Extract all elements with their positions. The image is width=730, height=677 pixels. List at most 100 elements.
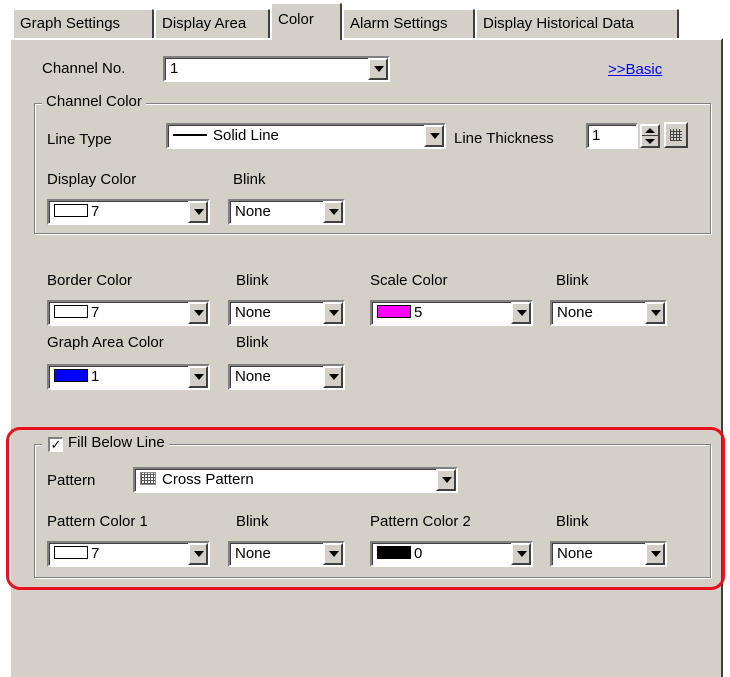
graph-area-color-display: 1: [54, 368, 99, 385]
color-swatch: [54, 305, 88, 318]
pattern-color-2-value: 0: [414, 545, 423, 562]
display-color-display: 7: [54, 203, 99, 220]
fill-below-line-label: Fill Below Line: [68, 434, 165, 451]
pattern-color-2-blink-select[interactable]: None: [550, 541, 667, 567]
graph-area-blink-select[interactable]: None: [228, 364, 345, 390]
graph-area-blink-value: None: [235, 368, 271, 385]
channel-no-label: Channel No.: [42, 60, 126, 77]
scale-color-select[interactable]: 5: [370, 300, 533, 326]
chevron-down-icon[interactable]: [323, 302, 343, 324]
basic-link[interactable]: >>Basic: [608, 61, 662, 78]
tab-graph-settings[interactable]: Graph Settings: [12, 8, 154, 38]
pattern-display: Cross Pattern: [140, 471, 254, 488]
pattern-color-2-display: 0: [377, 545, 422, 562]
spin-down-icon[interactable]: [645, 139, 655, 144]
pattern-value: Cross Pattern: [162, 471, 254, 488]
chevron-down-icon[interactable]: [188, 201, 208, 223]
display-color-select[interactable]: 7: [47, 199, 210, 225]
pattern-color-2-select[interactable]: 0: [370, 541, 533, 567]
chevron-down-icon[interactable]: [188, 366, 208, 388]
chevron-down-icon[interactable]: [323, 366, 343, 388]
tab-label: Color: [278, 11, 314, 28]
tab-label: Display Area: [162, 15, 247, 32]
spin-divider: [642, 135, 658, 136]
chevron-down-icon[interactable]: [188, 302, 208, 324]
channel-no-select[interactable]: 1: [163, 56, 390, 82]
scale-color-value: 5: [414, 304, 423, 321]
line-type-select[interactable]: Solid Line: [166, 123, 446, 149]
pattern-color-1-display: 7: [54, 545, 99, 562]
tab-display-area[interactable]: Display Area: [154, 8, 270, 38]
display-color-value: 7: [91, 203, 100, 220]
border-color-label: Border Color: [47, 272, 133, 289]
scale-color-label: Scale Color: [370, 272, 448, 289]
border-color-select[interactable]: 7: [47, 300, 210, 326]
grid-icon: [670, 129, 682, 141]
color-swatch: [54, 546, 88, 559]
check-icon: ✓: [50, 437, 62, 452]
graph-area-color-value: 1: [91, 368, 100, 385]
spin-up-icon[interactable]: [645, 128, 655, 133]
pattern-color-1-select[interactable]: 7: [47, 541, 210, 567]
tab-label: Display Historical Data: [483, 15, 634, 32]
line-thickness-spinner[interactable]: [640, 124, 660, 148]
line-type-label: Line Type: [47, 131, 112, 148]
pattern-label: Pattern: [47, 472, 96, 489]
scale-color-display: 5: [377, 304, 422, 321]
graph-area-blink-label: Blink: [236, 334, 269, 351]
chevron-down-icon[interactable]: [511, 543, 531, 565]
chevron-down-icon[interactable]: [645, 302, 665, 324]
tab-label: Alarm Settings: [350, 15, 448, 32]
line-thickness-value: 1: [592, 127, 601, 144]
display-color-blink-label: Blink: [233, 171, 266, 188]
display-color-blink-select[interactable]: None: [228, 199, 345, 225]
border-color-value: 7: [91, 304, 100, 321]
pattern-color-2-blink-label: Blink: [556, 513, 589, 530]
chevron-down-icon[interactable]: [368, 58, 388, 80]
graph-area-color-label: Graph Area Color: [47, 334, 164, 351]
tab-label: Graph Settings: [20, 15, 121, 32]
line-thickness-label: Line Thickness: [454, 130, 554, 147]
color-swatch: [377, 305, 411, 318]
line-type-value: Solid Line: [213, 127, 279, 144]
display-color-blink-value: None: [235, 203, 271, 220]
chevron-down-icon[interactable]: [436, 469, 456, 491]
border-blink-select[interactable]: None: [228, 300, 345, 326]
channel-color-legend: Channel Color: [42, 93, 146, 110]
pattern-color-1-blink-label: Blink: [236, 513, 269, 530]
border-color-display: 7: [54, 304, 99, 321]
tab-alarm-settings[interactable]: Alarm Settings: [342, 8, 475, 38]
color-swatch: [54, 369, 88, 382]
tab-display-historical-data[interactable]: Display Historical Data: [475, 8, 679, 38]
chevron-down-icon[interactable]: [188, 543, 208, 565]
pattern-color-1-value: 7: [91, 545, 100, 562]
border-blink-value: None: [235, 304, 271, 321]
pattern-color-2-blink-value: None: [557, 545, 593, 562]
pattern-color-1-blink-select[interactable]: None: [228, 541, 345, 567]
scale-blink-label: Blink: [556, 272, 589, 289]
scale-blink-select[interactable]: None: [550, 300, 667, 326]
line-thickness-input[interactable]: 1: [586, 123, 638, 149]
chevron-down-icon[interactable]: [511, 302, 531, 324]
tab-color[interactable]: Color: [270, 2, 342, 40]
keypad-button[interactable]: [664, 122, 688, 148]
line-type-display: Solid Line: [173, 127, 279, 144]
pattern-color-1-label: Pattern Color 1: [47, 513, 148, 530]
chevron-down-icon[interactable]: [323, 543, 343, 565]
pattern-color-1-blink-value: None: [235, 545, 271, 562]
solid-line-icon: [173, 134, 207, 136]
chevron-down-icon[interactable]: [645, 543, 665, 565]
pattern-select[interactable]: Cross Pattern: [133, 467, 458, 493]
display-color-label: Display Color: [47, 171, 137, 188]
border-blink-label: Blink: [236, 272, 269, 289]
chevron-down-icon[interactable]: [424, 125, 444, 147]
color-swatch: [54, 204, 88, 217]
channel-no-value: 1: [170, 60, 179, 77]
graph-area-color-select[interactable]: 1: [47, 364, 210, 390]
scale-blink-value: None: [557, 304, 593, 321]
fill-below-line-checkbox[interactable]: ✓: [48, 437, 63, 452]
pattern-color-2-label: Pattern Color 2: [370, 513, 471, 530]
cross-pattern-icon: [140, 472, 156, 485]
color-swatch: [377, 546, 411, 559]
chevron-down-icon[interactable]: [323, 201, 343, 223]
